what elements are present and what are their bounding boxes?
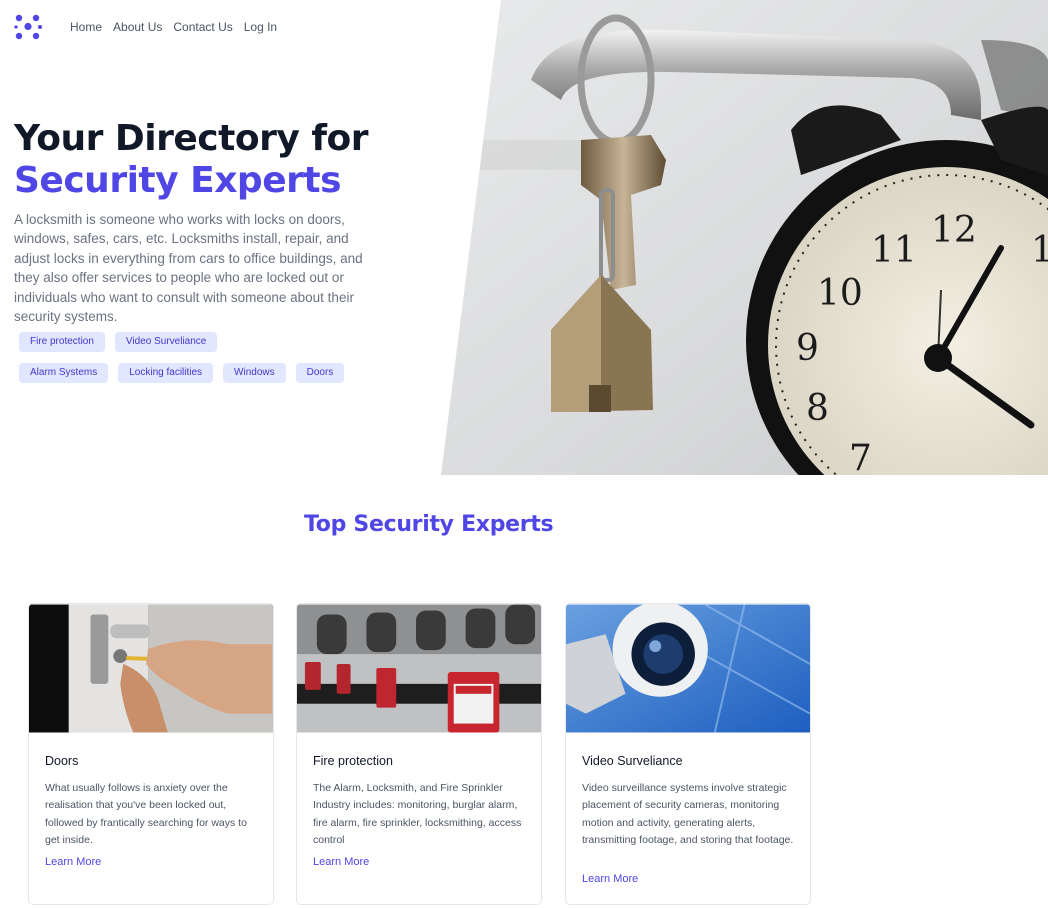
expert-card-doors[interactable]: Doors What usually follows is anxiety ov…	[28, 603, 274, 905]
learn-more-link[interactable]: Learn More	[582, 873, 638, 885]
svg-text:7: 7	[849, 438, 872, 475]
card-image-doors	[29, 604, 273, 733]
card-title: Fire protection	[313, 754, 393, 768]
hero-title: Your Directory for Security Experts	[14, 118, 369, 202]
card-title: Video Surveliance	[582, 754, 683, 768]
tag-alarm-systems[interactable]: Alarm Systems	[19, 363, 109, 383]
tag-locking-facilities[interactable]: Locking facilities	[118, 363, 214, 383]
card-image-video-surveillance	[566, 604, 810, 733]
expert-card-video-surveillance[interactable]: Video Surveliance Video surveillance sys…	[565, 603, 811, 905]
nav-home-link[interactable]: Home	[70, 20, 102, 34]
card-image-fire-protection	[297, 604, 541, 733]
svg-text:8: 8	[806, 388, 829, 429]
main-nav: Home About Us Contact Us Log In	[70, 20, 277, 34]
card-description: Video surveillance systems involve strat…	[582, 782, 794, 847]
svg-text:1: 1	[1031, 230, 1048, 271]
card-description: What usually follows is anxiety over the…	[45, 782, 247, 847]
nav-login-link[interactable]: Log In	[244, 20, 277, 34]
hero-title-line2: Security Experts	[14, 160, 342, 201]
section-title: Top Security Experts	[304, 512, 554, 537]
tag-doors[interactable]: Doors	[295, 363, 345, 383]
learn-more-link[interactable]: Learn More	[45, 856, 101, 868]
tag-fire-protection[interactable]: Fire protection	[19, 332, 105, 352]
tag-video-surveillance[interactable]: Video Surveliance	[114, 332, 218, 352]
svg-text:10: 10	[817, 273, 863, 314]
learn-more-link[interactable]: Learn More	[313, 856, 369, 868]
card-title: Doors	[45, 754, 79, 768]
hero-image: 11 12 10 9 8 7 1	[441, 0, 1048, 475]
hero-title-line1: Your Directory for	[14, 118, 369, 159]
svg-text:12: 12	[931, 210, 977, 251]
logo-icon[interactable]	[14, 13, 42, 41]
card-description: The Alarm, Locksmith, and Fire Sprinkler…	[313, 782, 522, 847]
hero-description: A locksmith is someone who works with lo…	[14, 212, 363, 325]
nav-about-link[interactable]: About Us	[113, 20, 162, 34]
hero-tags: Fire protection Video Surveliance Alarm …	[19, 332, 349, 383]
svg-text:11: 11	[871, 230, 917, 271]
expert-card-fire-protection[interactable]: Fire protection The Alarm, Locksmith, an…	[296, 603, 542, 905]
nav-contact-link[interactable]: Contact Us	[173, 20, 232, 34]
tag-windows[interactable]: Windows	[223, 363, 286, 383]
svg-text:9: 9	[796, 328, 819, 369]
